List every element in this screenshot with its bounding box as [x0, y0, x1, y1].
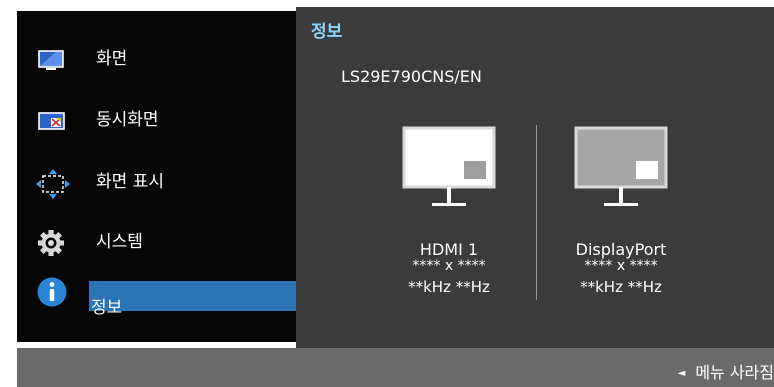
menu-item-label: 시스템 — [96, 232, 143, 252]
source-name: DisplayPort — [575, 240, 667, 259]
menu-item-onscreen-display[interactable]: 화면 표시 — [17, 163, 296, 203]
source-frequency: **kHz **Hz — [580, 278, 662, 296]
menu-item-information[interactable]: 정보 — [17, 273, 296, 318]
menu-item-label: 동시화면 — [96, 110, 159, 130]
info-icon — [36, 275, 67, 307]
hide-menu-label: 메뉴 사라짐 — [695, 363, 774, 382]
menu-item-picture[interactable]: 화면 — [17, 40, 296, 80]
information-panel: 정보 LS29E790CNS/EN HDMI 1 **** x **** **k… — [296, 7, 774, 348]
source-frequency: **kHz **Hz — [408, 278, 490, 296]
menu-item-label: 화면 — [96, 49, 128, 69]
menu-item-label: 화면 표시 — [96, 172, 164, 192]
monitor-icon — [574, 126, 668, 206]
source-resolution: **** x **** — [412, 258, 486, 274]
model-name: LS29E790CNS/EN — [341, 67, 482, 86]
pip-pbp-icon — [36, 107, 66, 135]
menu-item-system[interactable]: 시스템 — [17, 223, 296, 263]
osd-main-menu: 화면 동시화면 화면 표시 시스템 정보 — [17, 11, 296, 342]
left-arrow-icon: ◄ — [677, 368, 686, 379]
menu-item-label: 정보 — [91, 298, 123, 318]
source-resolution: **** x **** — [584, 258, 658, 274]
source-displayport: DisplayPort **** x **** **kHz **Hz — [561, 125, 681, 297]
hide-menu-button[interactable]: ◄ 메뉴 사라짐 — [678, 362, 774, 385]
monitor-osd: 화면 동시화면 화면 표시 시스템 정보 정보 LS29E790CNS/EN H… — [0, 0, 774, 387]
monitor-icon — [402, 126, 496, 206]
gear-icon — [36, 229, 66, 257]
panel-title: 정보 — [311, 22, 343, 42]
source-hdmi1: HDMI 1 **** x **** **kHz **Hz — [389, 125, 509, 297]
onscreen-display-icon — [36, 169, 70, 199]
osd-footer: ◄ 메뉴 사라짐 — [17, 348, 774, 387]
divider — [536, 125, 537, 300]
picture-icon — [36, 46, 66, 74]
source-name: HDMI 1 — [419, 240, 479, 259]
menu-item-pip-pbp[interactable]: 동시화면 — [17, 101, 296, 141]
